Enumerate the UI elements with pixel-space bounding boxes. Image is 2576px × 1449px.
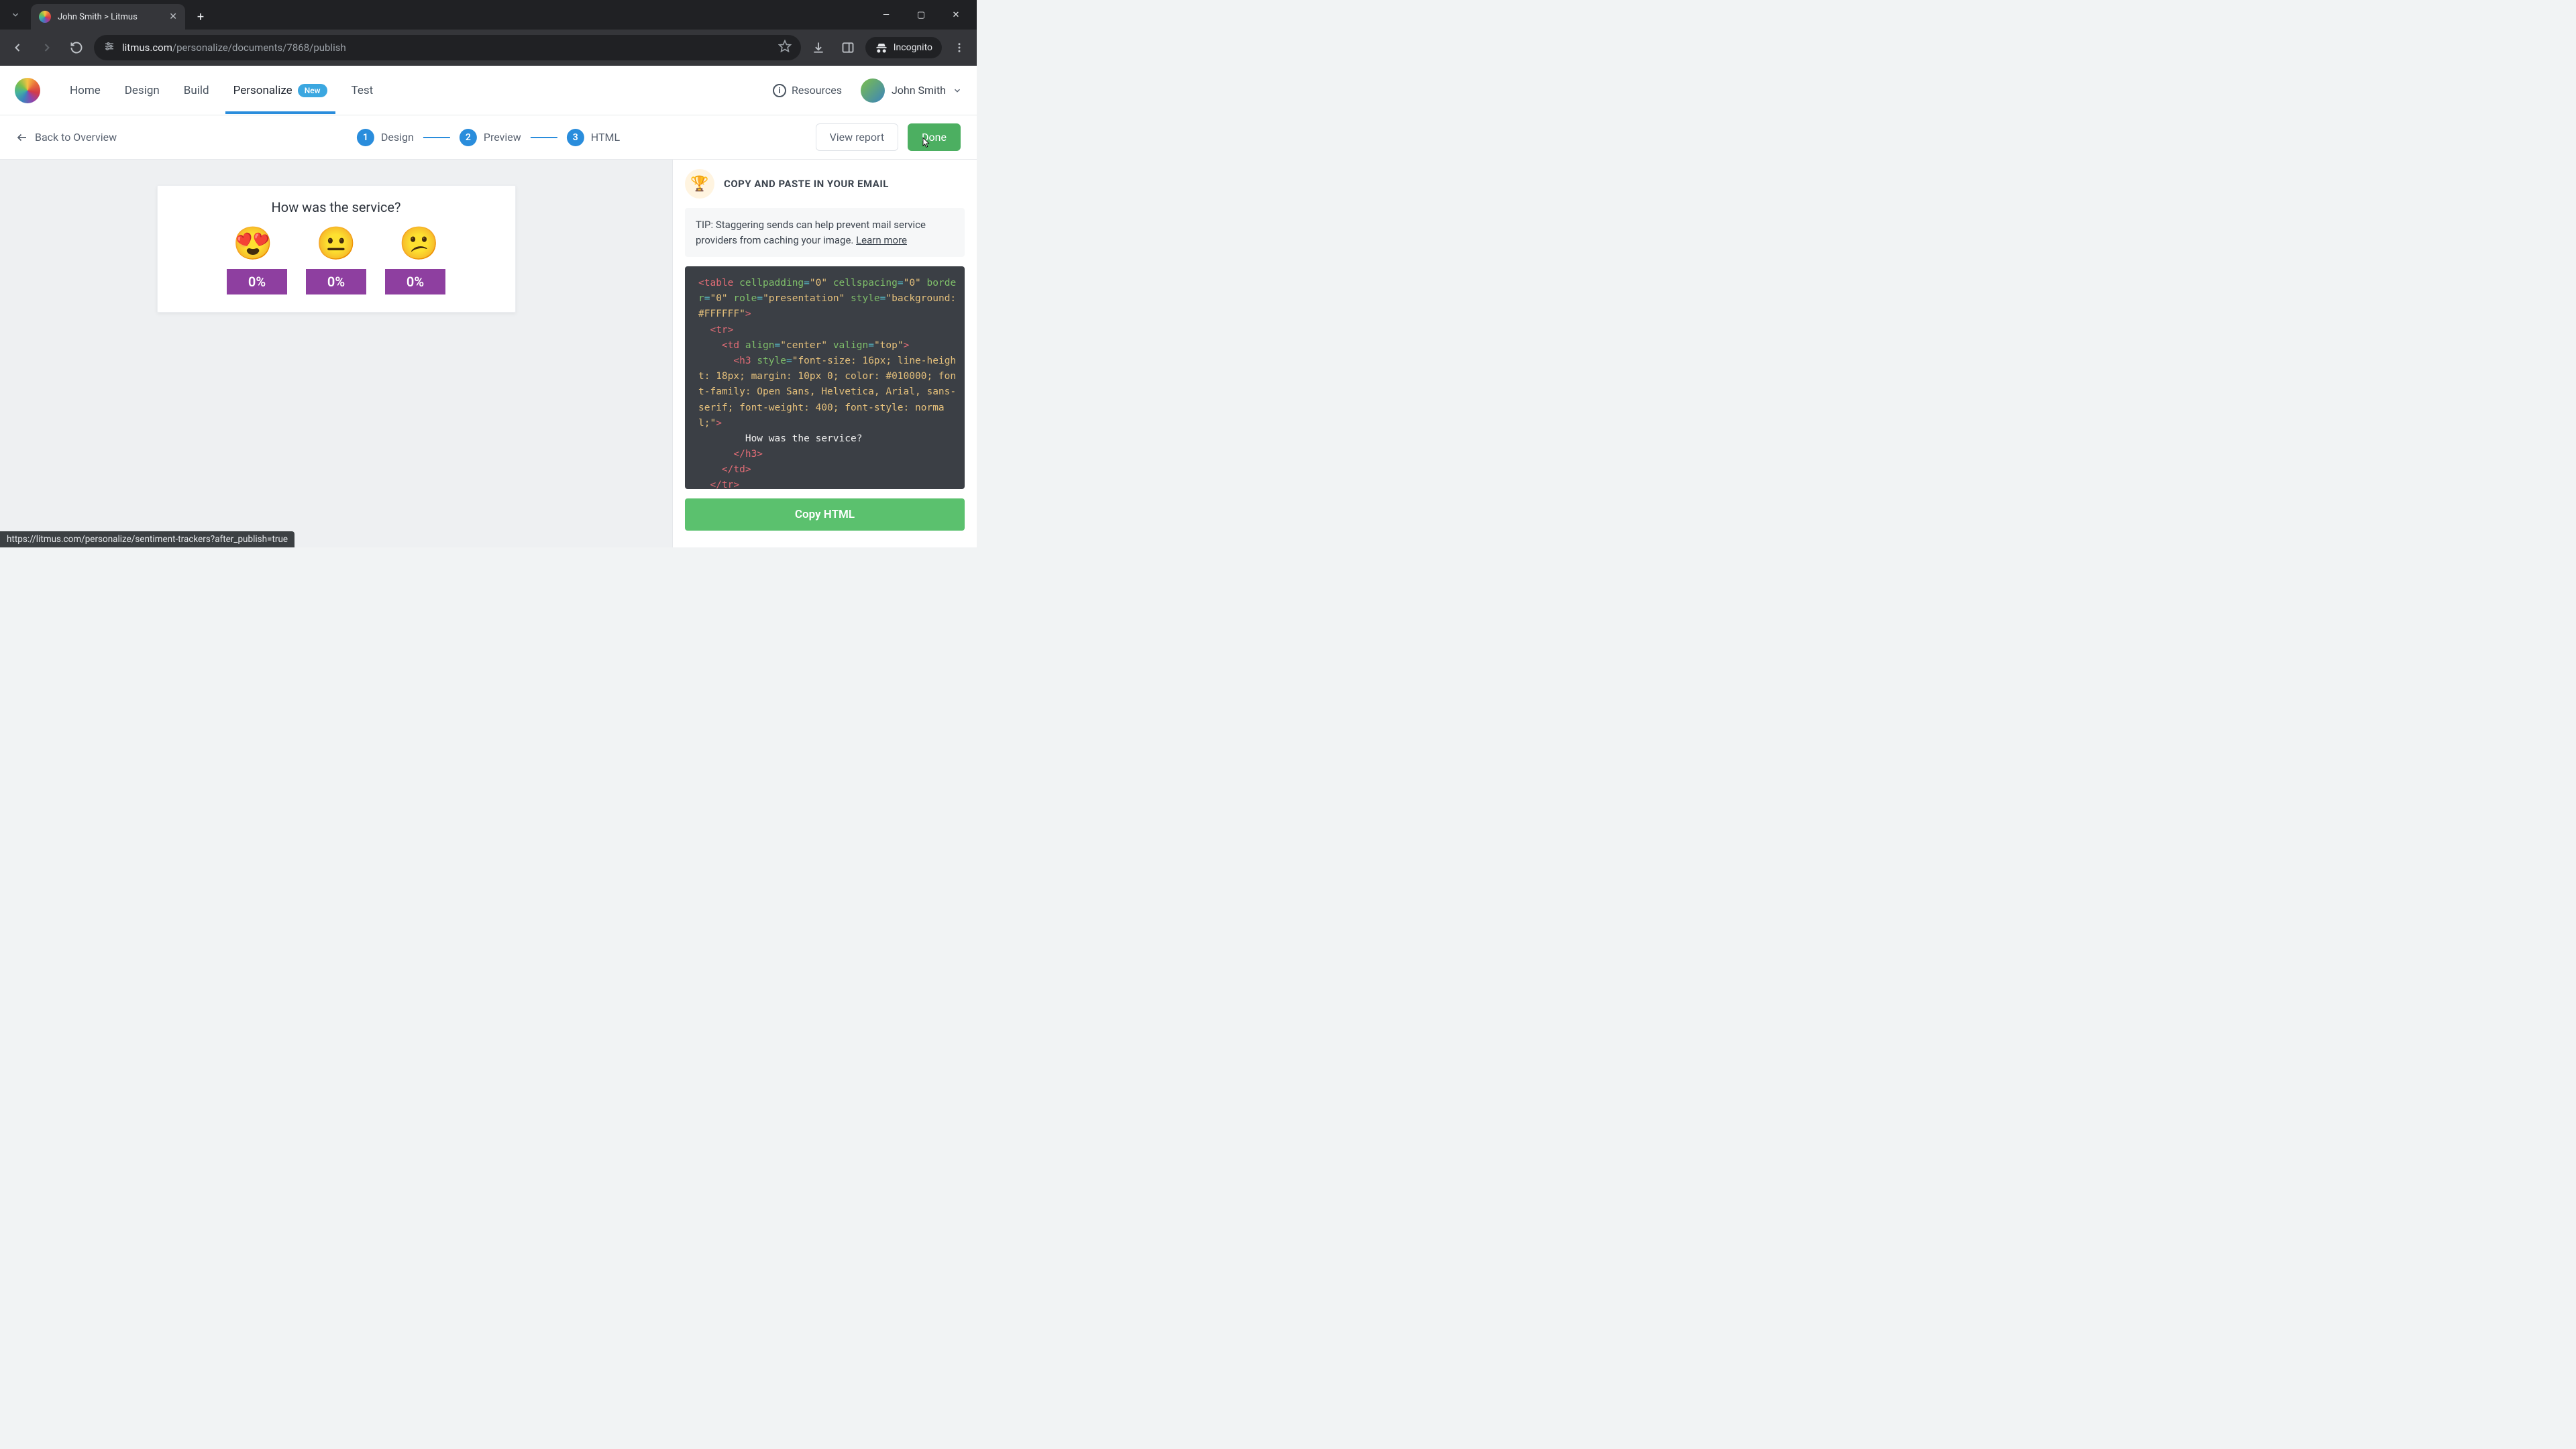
emoji-confused[interactable]: 😕 — [399, 227, 439, 260]
app-root: Home Design Build Personalize New Test i… — [0, 66, 977, 547]
step-label: Preview — [484, 131, 521, 144]
avatar — [861, 78, 885, 103]
step-number: 1 — [357, 129, 374, 146]
user-menu[interactable]: John Smith — [861, 78, 962, 103]
copy-html-button[interactable]: Copy HTML — [685, 498, 965, 531]
panel-header: 🏆 COPY AND PASTE IN YOUR EMAIL — [685, 169, 965, 199]
nav-home[interactable]: Home — [67, 68, 103, 113]
nav-personalize[interactable]: Personalize New — [231, 68, 330, 113]
tip-callout: TIP: Staggering sends can help prevent m… — [685, 208, 965, 257]
window-minimize-button[interactable]: ― — [876, 10, 896, 20]
subheader-actions: View report Done — [816, 123, 961, 151]
subheader: Back to Overview 1 Design 2 Preview 3 HT… — [0, 115, 977, 160]
tab-favicon — [39, 11, 51, 23]
main-content: How was the service? 😍 😐 😕 0% 0% 0% 🏆 CO… — [0, 160, 977, 547]
status-bar-link-preview: https://litmus.com/personalize/sentiment… — [0, 531, 294, 547]
back-label: Back to Overview — [35, 131, 117, 144]
percent-bar: 0% — [385, 269, 445, 294]
bookmark-star-icon[interactable] — [778, 40, 792, 56]
tabs-dropdown-button[interactable] — [5, 5, 25, 25]
emoji-row: 😍 😐 😕 — [174, 227, 499, 260]
browser-menu-icon[interactable] — [947, 36, 971, 60]
html-code-output[interactable]: <table cellpadding="0" cellspacing="0" b… — [685, 266, 965, 489]
step-preview[interactable]: 2 Preview — [460, 129, 521, 146]
tip-learn-more-link[interactable]: Learn more — [856, 234, 907, 246]
nav-build[interactable]: Build — [181, 68, 212, 113]
incognito-indicator[interactable]: Incognito — [865, 37, 942, 58]
step-label: Design — [381, 131, 414, 144]
window-close-button[interactable]: ✕ — [946, 10, 966, 20]
app-navbar: Home Design Build Personalize New Test i… — [0, 66, 977, 115]
browser-toolbar: litmus.com/personalize/documents/7868/pu… — [0, 30, 977, 66]
new-badge: New — [298, 84, 327, 97]
address-bar[interactable]: litmus.com/personalize/documents/7868/pu… — [94, 35, 801, 60]
step-number: 2 — [460, 129, 477, 146]
step-separator — [423, 137, 450, 138]
chevron-down-icon — [953, 86, 962, 95]
view-report-button[interactable]: View report — [816, 123, 898, 151]
browser-tab[interactable]: John Smith > Litmus ✕ — [31, 4, 185, 30]
emoji-love[interactable]: 😍 — [233, 227, 273, 260]
new-tab-button[interactable]: + — [191, 7, 211, 27]
user-name: John Smith — [892, 84, 946, 97]
survey-title: How was the service? — [174, 199, 499, 215]
back-to-overview-link[interactable]: Back to Overview — [16, 131, 117, 144]
tab-close-icon[interactable]: ✕ — [169, 11, 177, 22]
trophy-icon: 🏆 — [685, 169, 714, 199]
reload-button[interactable] — [64, 36, 89, 60]
window-maximize-button[interactable]: ▢ — [911, 10, 931, 20]
site-settings-icon[interactable] — [103, 40, 115, 55]
downloads-icon[interactable] — [806, 36, 830, 60]
nav-forward-button[interactable] — [35, 36, 59, 60]
window-controls: ― ▢ ✕ — [876, 10, 966, 20]
info-icon: i — [773, 84, 786, 97]
nav-back-button[interactable] — [5, 36, 30, 60]
tab-title: John Smith > Litmus — [58, 12, 162, 22]
preview-canvas: How was the service? 😍 😐 😕 0% 0% 0% — [0, 160, 672, 547]
tab-strip: John Smith > Litmus ✕ + ― ▢ ✕ — [0, 0, 977, 30]
incognito-label: Incognito — [894, 42, 932, 53]
panel-title: COPY AND PASTE IN YOUR EMAIL — [724, 178, 889, 190]
step-design[interactable]: 1 Design — [357, 129, 414, 146]
percent-bar: 0% — [306, 269, 366, 294]
step-indicator: 1 Design 2 Preview 3 HTML — [357, 129, 620, 146]
arrow-left-icon — [16, 131, 28, 144]
emoji-neutral[interactable]: 😐 — [316, 227, 356, 260]
resources-link[interactable]: i Resources — [773, 84, 842, 97]
resources-label: Resources — [792, 84, 842, 97]
step-label: HTML — [591, 131, 620, 144]
percent-row: 0% 0% 0% — [174, 269, 499, 294]
tip-prefix: TIP: — [696, 219, 716, 231]
nav-test[interactable]: Test — [349, 68, 376, 113]
browser-chrome: John Smith > Litmus ✕ + ― ▢ ✕ litmus.com… — [0, 0, 977, 66]
litmus-logo[interactable] — [15, 78, 40, 103]
survey-preview-card: How was the service? 😍 😐 😕 0% 0% 0% — [157, 185, 516, 313]
step-separator — [531, 137, 557, 138]
percent-bar: 0% — [227, 269, 287, 294]
url-text: litmus.com/personalize/documents/7868/pu… — [122, 42, 346, 54]
nav-design[interactable]: Design — [122, 68, 162, 113]
step-number: 3 — [567, 129, 584, 146]
done-button[interactable]: Done — [908, 123, 961, 151]
code-panel: 🏆 COPY AND PASTE IN YOUR EMAIL TIP: Stag… — [672, 160, 977, 547]
nav-personalize-label: Personalize — [233, 84, 292, 97]
step-html[interactable]: 3 HTML — [567, 129, 620, 146]
sidepanel-icon[interactable] — [836, 36, 860, 60]
